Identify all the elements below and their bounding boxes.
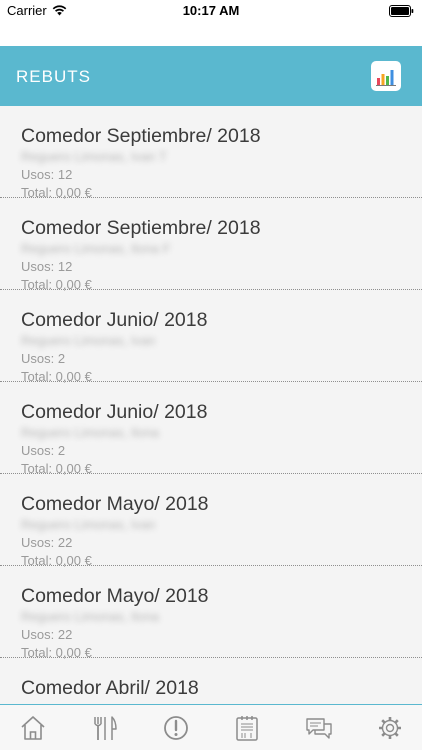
receipt-item[interactable]: Comedor Junio/ 2018 Reguero Limonas, Ilo… <box>0 382 422 476</box>
top-spacer <box>0 22 422 46</box>
receipt-item[interactable]: Comedor Junio/ 2018 Reguero Limonas, Iva… <box>0 290 422 384</box>
tab-alerts[interactable] <box>161 713 191 743</box>
tab-settings[interactable] <box>375 713 405 743</box>
battery-icon <box>389 5 414 17</box>
receipt-title: Comedor Junio/ 2018 <box>21 309 208 331</box>
app-header: REBUTS <box>0 46 422 106</box>
tab-messages[interactable] <box>304 713 334 743</box>
tab-dining[interactable] <box>90 713 120 743</box>
menu-calendar-icon <box>236 716 258 741</box>
receipt-uses: Usos: 22 <box>21 627 73 642</box>
tab-bar <box>0 704 422 750</box>
receipt-person: Reguero Limonas, Ivan <box>21 333 156 348</box>
receipt-item[interactable]: Comedor Septiembre/ 2018 Reguero Limonas… <box>0 106 422 200</box>
settings-icon <box>379 717 401 739</box>
messages-icon <box>306 718 332 739</box>
receipt-person: Reguero Limonas, Ilona <box>21 425 160 440</box>
receipt-title: Comedor Abril/ 2018 <box>21 677 199 699</box>
receipt-item[interactable]: Comedor Mayo/ 2018 Reguero Limonas, Ivan… <box>0 474 422 568</box>
alert-icon <box>164 716 188 740</box>
receipt-uses: Usos: 22 <box>21 535 73 550</box>
tab-menu[interactable] <box>232 713 262 743</box>
receipt-title: Comedor Mayo/ 2018 <box>21 493 209 515</box>
receipt-item[interactable]: Comedor Septiembre/ 2018 Reguero Limonas… <box>0 198 422 292</box>
receipt-item[interactable]: Comedor Mayo/ 2018 Reguero Limonas, Ilon… <box>0 566 422 660</box>
status-bar: Carrier 10:17 AM <box>0 0 422 22</box>
bar-chart-icon <box>376 70 396 86</box>
receipt-uses: Usos: 2 <box>21 443 66 458</box>
receipt-person: Reguero Limonas, Ivan <box>21 517 156 532</box>
receipt-uses: Usos: 2 <box>21 351 66 366</box>
receipt-item[interactable]: Comedor Abril/ 2018 <box>0 658 422 704</box>
receipt-uses: Usos: 12 <box>21 167 73 182</box>
receipt-uses: Usos: 12 <box>21 259 73 274</box>
receipt-title: Comedor Septiembre/ 2018 <box>21 125 261 147</box>
home-icon <box>21 716 45 740</box>
receipt-person: Reguero Limonas, Ilona F <box>21 241 171 256</box>
receipt-title: Comedor Junio/ 2018 <box>21 401 208 423</box>
cutlery-icon <box>94 716 117 740</box>
receipts-list[interactable]: Comedor Septiembre/ 2018 Reguero Limonas… <box>0 106 422 704</box>
page-title: REBUTS <box>16 67 91 86</box>
tab-home[interactable] <box>18 713 48 743</box>
receipt-person: Reguero Limonas, Ilona <box>21 609 160 624</box>
receipt-title: Comedor Septiembre/ 2018 <box>21 217 261 239</box>
receipt-person: Reguero Limonas, Ivan T <box>21 149 167 164</box>
statistics-button[interactable] <box>371 61 401 91</box>
status-time: 10:17 AM <box>182 3 240 18</box>
receipt-title: Comedor Mayo/ 2018 <box>21 585 209 607</box>
